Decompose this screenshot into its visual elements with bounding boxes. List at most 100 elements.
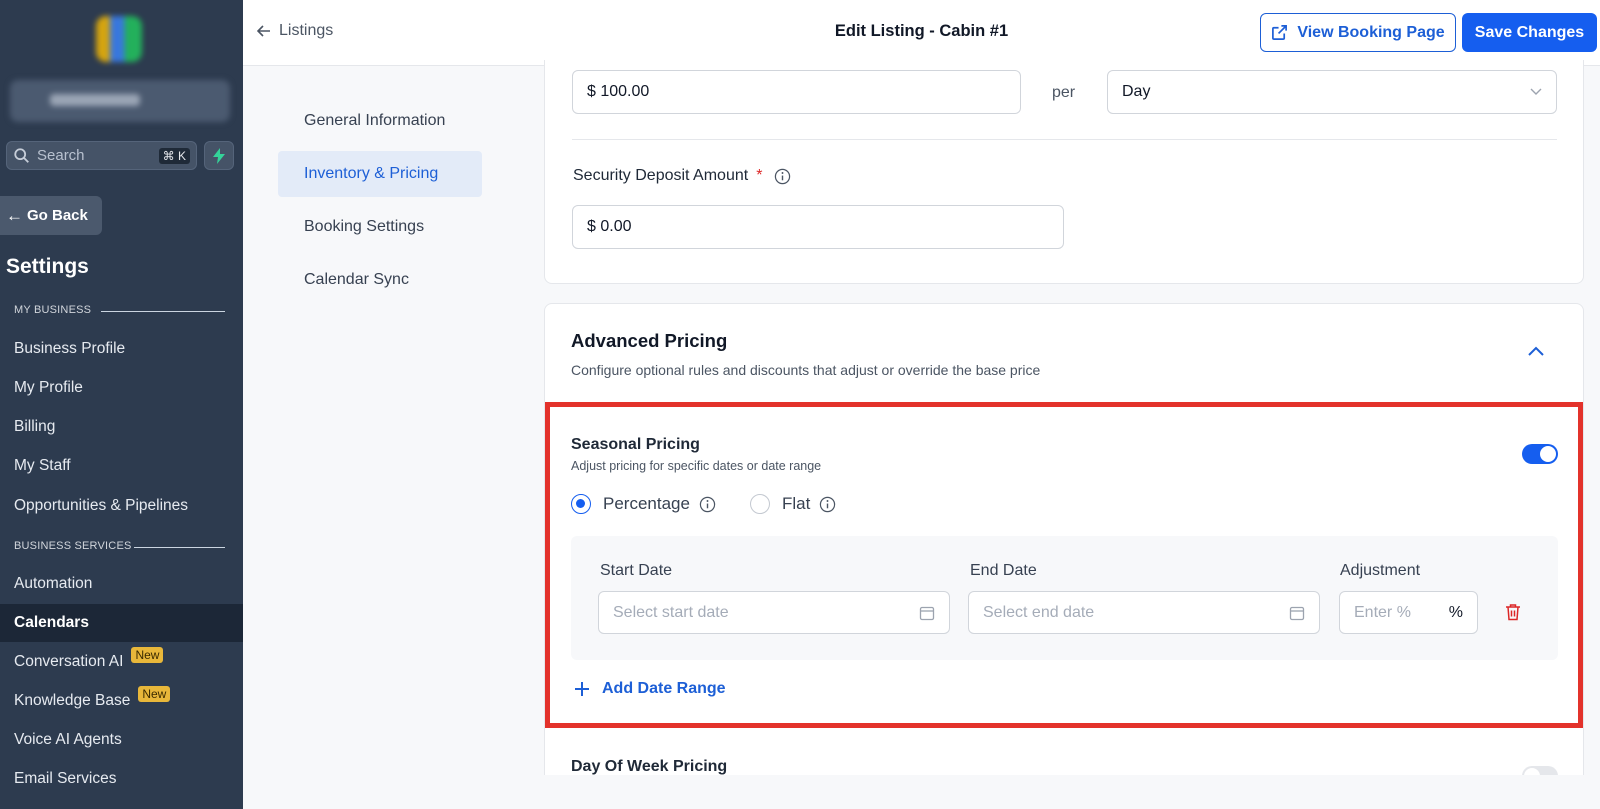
go-back-button[interactable]: ← Go Back [0, 196, 102, 235]
info-icon[interactable] [699, 496, 716, 513]
security-deposit-label: Security Deposit Amount * [573, 167, 791, 185]
price-unit-select[interactable]: Day [1107, 70, 1557, 114]
settings-title: Settings [6, 255, 89, 278]
day-of-week-pricing-title: Day Of Week Pricing [571, 758, 728, 775]
sidebar-item-knowledge-base[interactable]: Knowledge Base New [0, 682, 243, 720]
sidebar-item-automation[interactable]: Automation [0, 565, 243, 603]
radio-flat-label: Flat [782, 494, 811, 513]
subnav-booking-settings[interactable]: Booking Settings [278, 204, 482, 250]
end-date-label: End Date [970, 562, 1037, 579]
arrow-left-icon: ← [6, 205, 23, 225]
security-deposit-text: Security Deposit Amount [573, 167, 749, 184]
sidebar-item-my-profile[interactable]: My Profile [0, 369, 243, 407]
info-icon[interactable] [819, 496, 836, 513]
sidebar-item-label: Billing [14, 418, 56, 435]
sidebar-search[interactable]: Search ⌘ K [6, 141, 197, 170]
sidebar-item-opportunities[interactable]: Opportunities & Pipelines [0, 487, 243, 525]
subnav-label: Booking Settings [304, 218, 425, 235]
start-date-placeholder: Select start date [613, 603, 729, 621]
view-booking-page-button[interactable]: View Booking Page [1260, 13, 1456, 52]
search-shortcut: ⌘ K [158, 147, 190, 164]
toggle-knob [1540, 446, 1556, 462]
sidebar-item-my-staff[interactable]: My Staff [0, 447, 243, 485]
price-unit-value: Day [1122, 83, 1151, 100]
radio-flat[interactable]: Flat [750, 494, 836, 514]
info-icon[interactable] [774, 168, 791, 185]
seasonal-pricing-title: Seasonal Pricing [571, 436, 700, 453]
adjustment-label: Adjustment [1340, 562, 1421, 579]
arrow-left-icon [257, 25, 270, 37]
sidebar-item-label: Email Services [14, 770, 117, 787]
base-price-input[interactable]: $ 100.00 [572, 70, 1021, 114]
subnav-label: Inventory & Pricing [304, 165, 439, 182]
subnav-general-information[interactable]: General Information [278, 98, 482, 144]
end-date-input[interactable]: Select end date [968, 591, 1320, 634]
start-date-input[interactable]: Select start date [598, 591, 950, 634]
section-divider [572, 139, 1557, 140]
subnav-label: Calendar Sync [304, 271, 409, 288]
radio-button-checked[interactable] [571, 494, 591, 514]
per-label: per [1052, 84, 1076, 101]
seasonal-pricing-description: Adjust pricing for specific dates or dat… [571, 459, 822, 473]
lightning-icon [213, 147, 225, 164]
sidebar-item-email-services[interactable]: Email Services [0, 760, 243, 798]
security-deposit-input[interactable]: $ 0.00 [572, 205, 1064, 249]
go-back-label: Go Back [27, 207, 88, 224]
section-label-my-business: MY BUSINESS [14, 304, 92, 316]
trash-icon[interactable] [1505, 603, 1521, 621]
search-icon [14, 147, 29, 163]
sidebar-item-label: Automation [14, 575, 93, 592]
sidebar: Search ⌘ K ← Go Back Settings MY BUSINES… [0, 0, 243, 809]
account-switcher[interactable] [10, 80, 230, 122]
brand-logo [96, 16, 142, 62]
end-date-placeholder: Select end date [983, 603, 1095, 621]
chevron-down-icon [1530, 88, 1542, 95]
view-booking-label: View Booking Page [1297, 23, 1445, 41]
new-badge: New [131, 647, 164, 663]
sidebar-item-label: Opportunities & Pipelines [14, 497, 189, 514]
chevron-up-icon[interactable] [1528, 346, 1544, 356]
page-bottom-background [243, 775, 1600, 809]
subnav-calendar-sync[interactable]: Calendar Sync [278, 257, 482, 303]
percent-suffix: % [1448, 603, 1463, 621]
plus-icon [575, 682, 589, 696]
radio-percentage-label: Percentage [603, 494, 690, 513]
sidebar-item-conversation-ai[interactable]: Conversation AI New [0, 643, 243, 681]
sidebar-item-billing[interactable]: Billing [0, 408, 243, 446]
sidebar-item-label: Voice AI Agents [14, 731, 122, 748]
sidebar-item-label: Business Profile [14, 340, 126, 357]
required-asterisk: * [756, 167, 763, 184]
search-placeholder: Search [37, 147, 85, 164]
security-deposit-value: $ 0.00 [587, 218, 632, 235]
save-changes-button[interactable]: Save Changes [1462, 13, 1597, 52]
new-badge: New [138, 686, 171, 702]
advanced-pricing-description: Configure optional rules and discounts t… [571, 362, 1041, 378]
subnav-label: General Information [304, 112, 446, 129]
breadcrumb[interactable]: Listings [257, 22, 333, 40]
radio-percentage[interactable]: Percentage [571, 494, 716, 514]
sidebar-item-voice-ai-agents[interactable]: Voice AI Agents [0, 721, 243, 759]
sidebar-item-label: My Staff [14, 457, 71, 474]
quick-action-button[interactable] [204, 141, 234, 170]
section-divider [101, 311, 225, 312]
sidebar-item-business-profile[interactable]: Business Profile [0, 330, 243, 368]
sidebar-item-label: My Profile [14, 379, 83, 396]
seasonal-pricing-toggle[interactable] [1522, 444, 1558, 464]
sidebar-item-calendars[interactable]: Calendars [0, 604, 243, 642]
sidebar-item-label: Conversation AI [14, 653, 124, 670]
section-label-business-services: BUSINESS SERVICES [14, 540, 132, 552]
adjustment-input[interactable]: Enter % % [1339, 591, 1478, 634]
sidebar-item-label: Knowledge Base [14, 692, 131, 709]
sidebar-item-label: Calendars [14, 614, 89, 631]
calendar-icon [1289, 606, 1305, 620]
calendar-icon [919, 606, 935, 620]
subnav-inventory-pricing[interactable]: Inventory & Pricing [278, 151, 482, 197]
advanced-pricing-title: Advanced Pricing [571, 330, 728, 351]
radio-button[interactable] [750, 494, 770, 514]
base-price-value: $ 100.00 [587, 83, 650, 100]
external-link-icon [1272, 25, 1288, 40]
add-date-range-button[interactable]: Add Date Range [574, 680, 726, 698]
section-divider [134, 547, 225, 548]
top-header: Listings Edit Listing - Cabin #1 View Bo… [243, 0, 1600, 66]
add-date-range-label: Add Date Range [602, 680, 726, 697]
